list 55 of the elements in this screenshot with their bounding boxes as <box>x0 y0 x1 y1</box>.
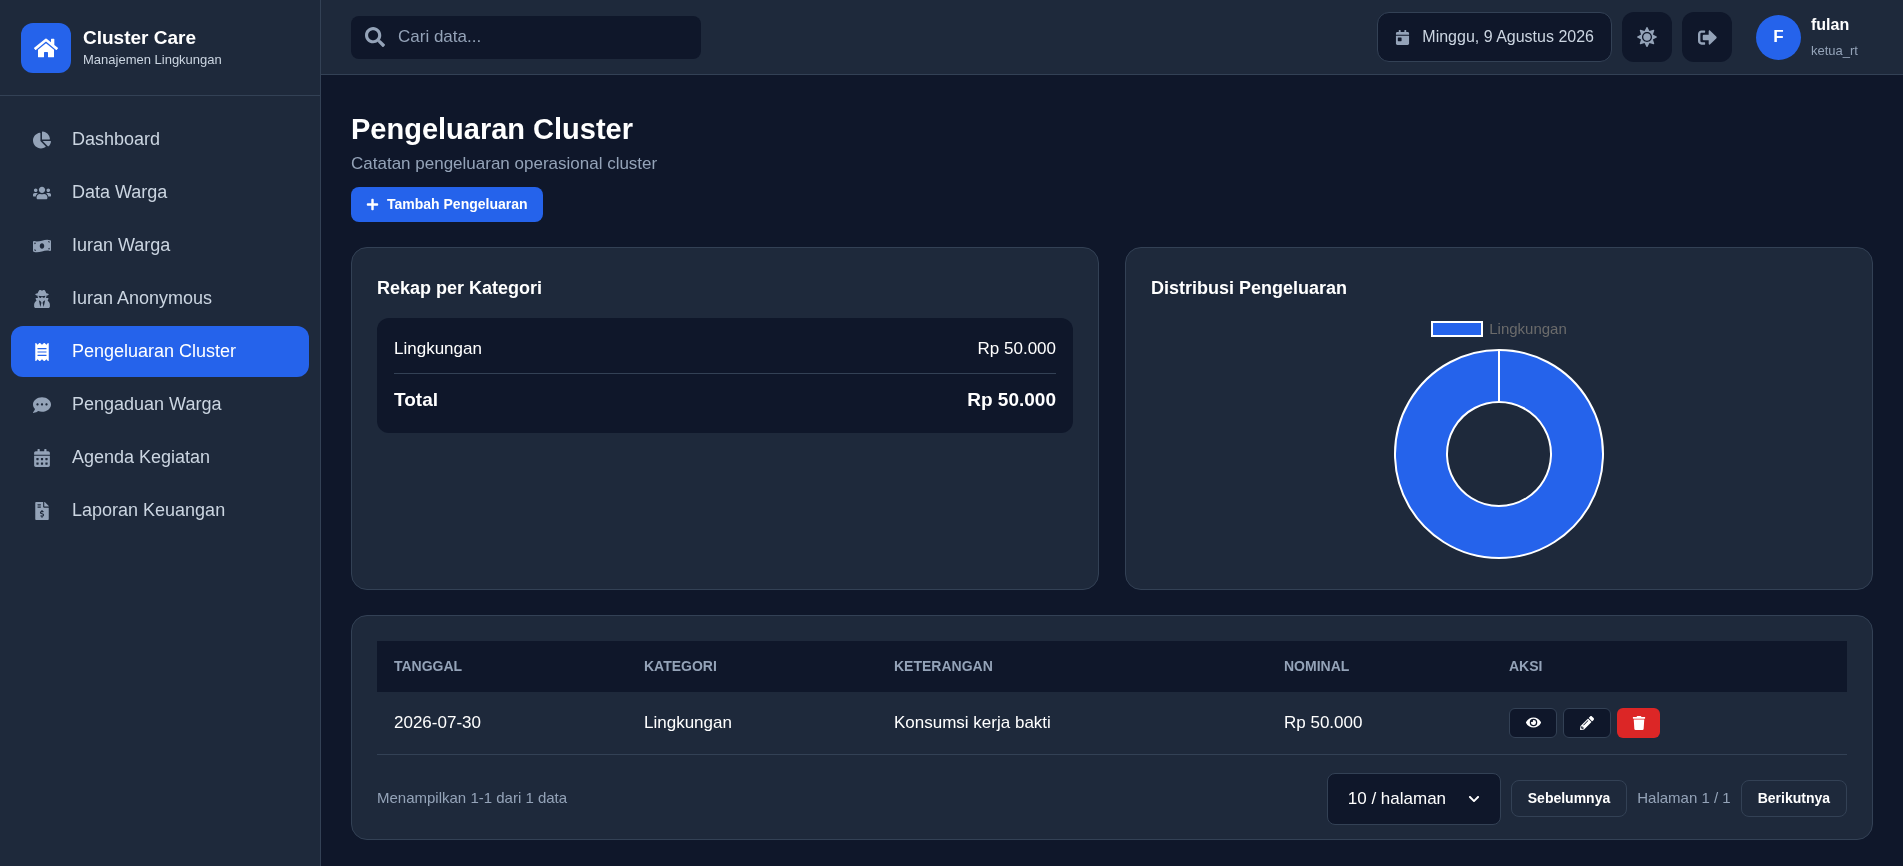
eye-icon <box>1525 715 1541 730</box>
column-header: TANGGAL <box>377 640 627 692</box>
sidebar-item[interactable]: Pengaduan Warga <box>11 379 309 430</box>
sidebar-item[interactable]: Agenda Kegiatan <box>11 432 309 483</box>
pagination-summary: Menampilkan 1-1 dari 1 data <box>377 788 568 809</box>
edit-button[interactable] <box>1563 707 1611 738</box>
card-title: Rekap per Kategori <box>377 276 544 300</box>
page-subtitle: Catatan pengeluaran operasional cluster <box>351 153 658 175</box>
pie-chart-icon <box>30 130 54 149</box>
home-logo-icon <box>21 22 71 73</box>
sidebar-item[interactable]: Laporan Keuangan <box>11 485 309 536</box>
column-header: KETERANGAN <box>877 640 1267 692</box>
column-header: KATEGORI <box>627 640 877 692</box>
card-title: Distribusi Pengeluaran <box>1151 276 1349 300</box>
sidebar-item[interactable]: Iuran Anonymous <box>11 273 309 324</box>
brand-subtitle: Manajemen Lingkungan <box>83 50 222 69</box>
plus-icon <box>366 197 379 211</box>
user-avatar[interactable]: F <box>1756 14 1801 60</box>
pencil-icon <box>1580 715 1594 730</box>
next-button[interactable]: Berikutnya <box>1740 780 1847 817</box>
category-amount: Rp 50.000 <box>977 337 1056 360</box>
category-label: Lingkungan <box>394 337 482 360</box>
user-role: ketua_rt <box>1811 42 1859 61</box>
page-title: Pengeluaran Cluster <box>351 112 634 147</box>
user-name: fulan <box>1811 15 1851 36</box>
previous-button[interactable]: Sebelumnya <box>1510 780 1628 817</box>
table-cell: Lingkungan <box>627 691 877 755</box>
theme-toggle-button[interactable] <box>1622 12 1672 62</box>
page-info: Halaman 1 / 1 <box>1637 788 1731 809</box>
table-cell: 2026-07-30 <box>377 691 627 755</box>
logout-icon <box>1697 27 1717 47</box>
brand-title: Cluster Care <box>83 25 197 50</box>
page-size-select[interactable]: 10 / halaman <box>1326 772 1501 825</box>
total-amount: Rp 50.000 <box>967 388 1056 412</box>
legend-label: Lingkungan <box>1489 318 1567 339</box>
delete-button[interactable] <box>1617 707 1660 738</box>
search-icon <box>365 26 385 47</box>
table-cell: Konsumsi kerja bakti <box>877 691 1267 755</box>
search-field[interactable]: Cari data... <box>351 15 701 59</box>
sidebar-item[interactable]: Dashboard <box>11 114 309 165</box>
gear-icon <box>1637 27 1657 47</box>
view-button[interactable] <box>1509 707 1557 738</box>
trash-icon <box>1631 715 1646 730</box>
sidebar-item[interactable]: Data Warga <box>11 167 309 218</box>
chat-bubble-icon <box>30 395 54 414</box>
column-header: AKSI <box>1492 640 1847 692</box>
sidebar-item[interactable]: Iuran Warga <box>11 220 309 271</box>
logout-button[interactable] <box>1682 12 1732 62</box>
calendar-icon <box>1395 29 1411 45</box>
sidebar-item[interactable]: Pengeluaran Cluster <box>11 326 309 377</box>
table-cell: Rp 50.000 <box>1267 691 1492 755</box>
add-expense-button[interactable]: Tambah Pengeluaran <box>351 186 543 222</box>
total-label: Total <box>394 388 438 412</box>
column-header: NOMINAL <box>1267 640 1492 692</box>
date-text: Minggu, 9 Agustus 2026 <box>1422 27 1594 47</box>
